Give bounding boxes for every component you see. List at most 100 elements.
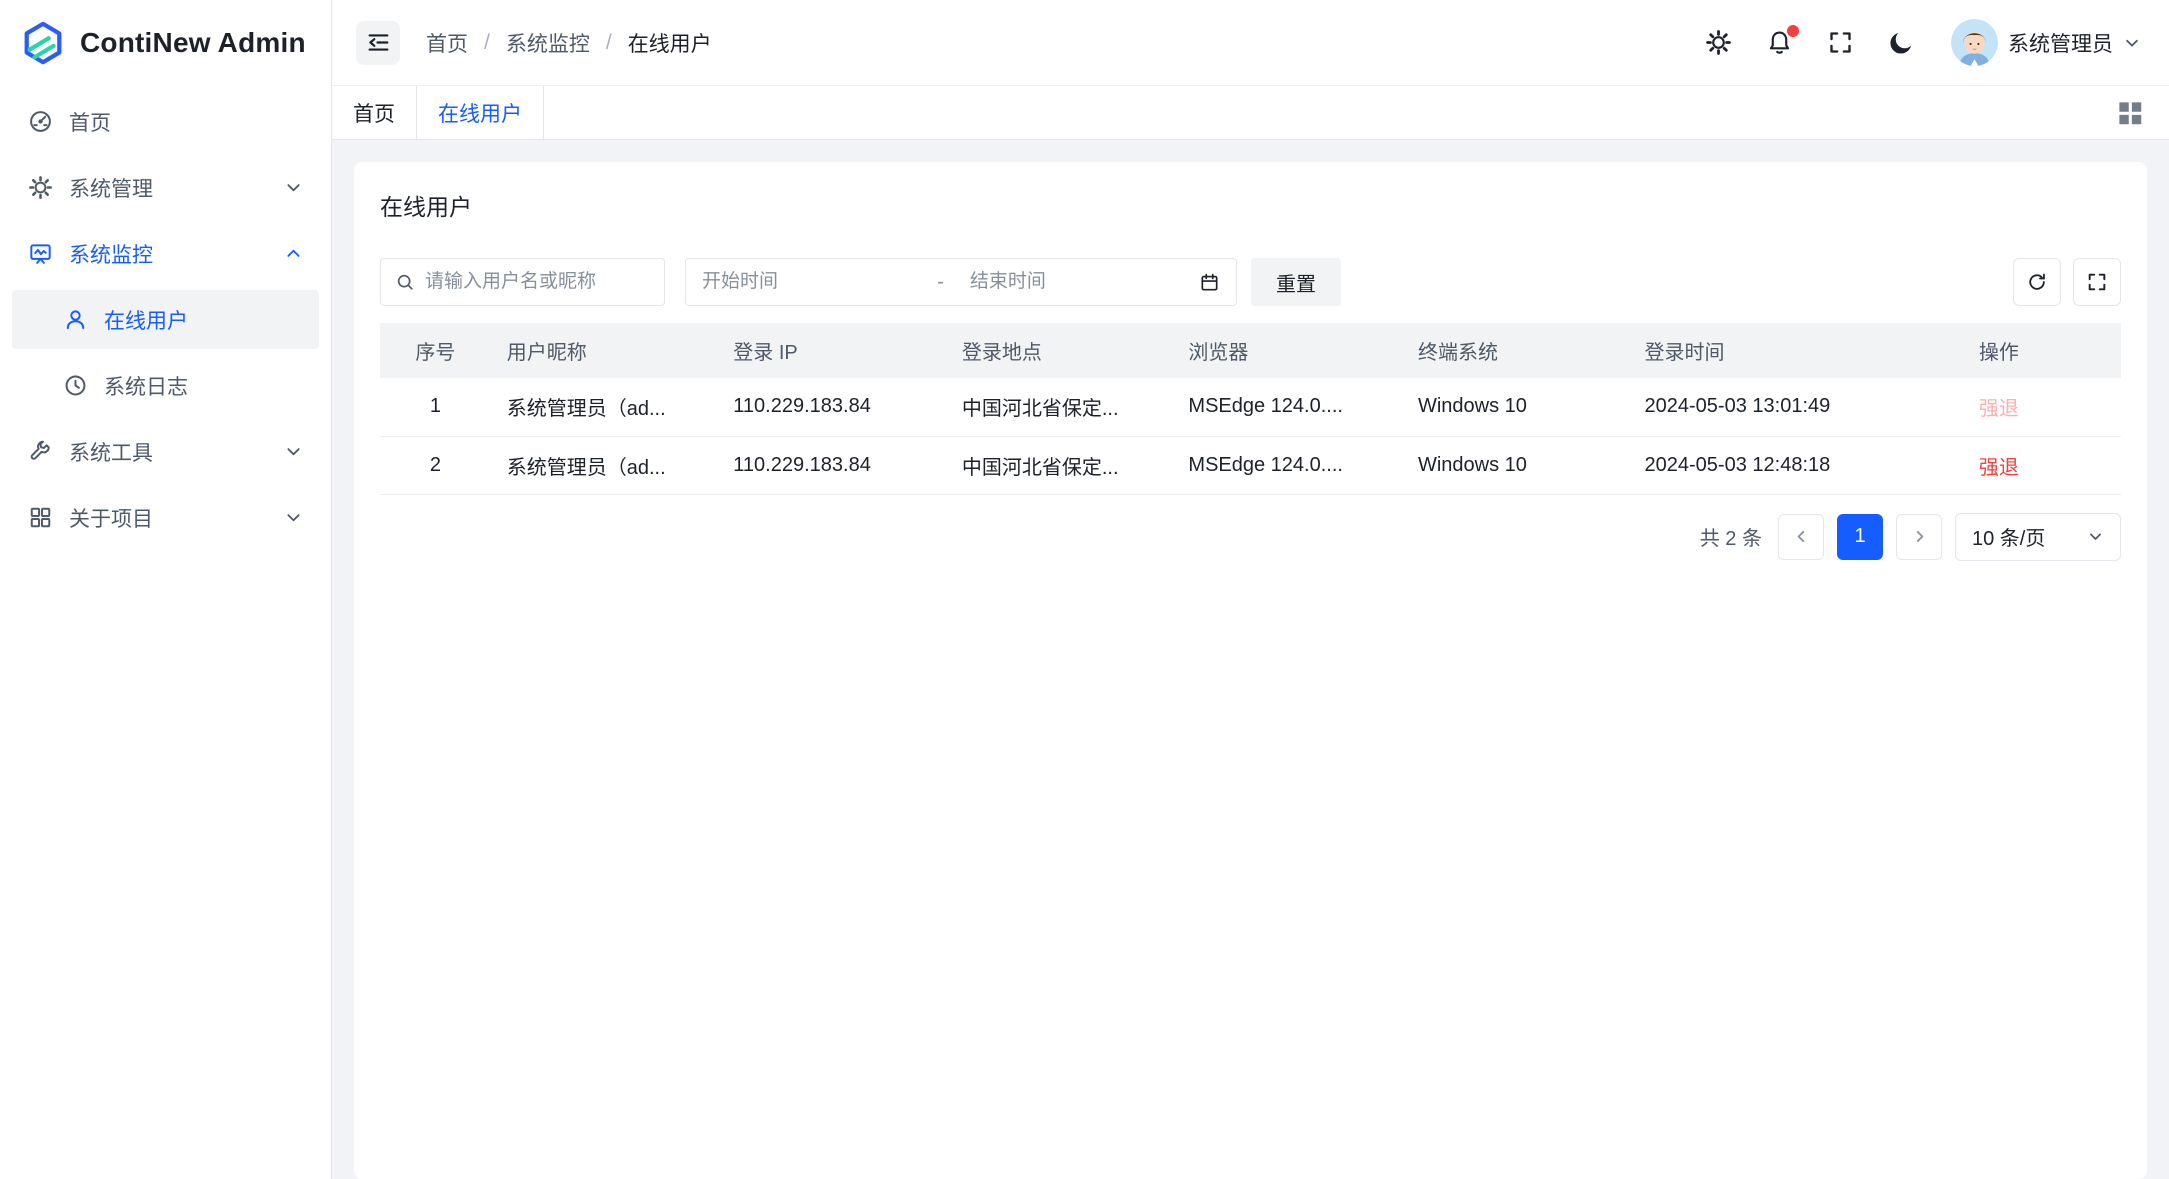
sidebar-item-online-users[interactable]: 在线用户 [12,290,319,349]
settings-icon[interactable] [1705,29,1732,56]
col-login-location: 登录地点 [946,323,1173,378]
sidebar-item-label: 系统管理 [69,173,153,203]
topbar-actions: 系统管理员 [1705,19,2141,66]
force-logout-link[interactable]: 强退 [1979,398,2019,420]
search-input[interactable] [425,271,650,293]
sidebar-menu: 首页 系统管理 [0,86,331,560]
sidebar-item-label: 关于项目 [69,503,153,533]
wrench-icon [28,439,53,464]
sidebar-item-system-logs[interactable]: 系统日志 [12,356,319,415]
user-menu[interactable]: 系统管理员 [1951,19,2141,66]
app-logo-icon [20,20,66,66]
refresh-icon [2026,271,2048,293]
chevron-right-icon [1911,528,1928,545]
breadcrumb: 首页 / 系统监控 / 在线用户 [426,28,712,58]
user-name: 系统管理员 [2008,28,2113,58]
chevron-up-icon [284,244,303,263]
menu-fold-icon [366,30,391,55]
sidebar: ContiNew Admin 首页 [0,0,332,1179]
sidebar-item-system-tools[interactable]: 系统工具 [12,422,319,481]
logo-row: ContiNew Admin [0,0,331,86]
tabbar-actions [2115,86,2169,139]
cell-os: Windows 10 [1402,436,1629,494]
cell-index: 1 [380,378,491,436]
col-os: 终端系统 [1402,323,1629,378]
cell-nickname: 系统管理员（ad... [491,436,718,494]
start-time-input[interactable] [702,271,931,293]
next-page-button[interactable] [1896,514,1942,560]
sidebar-item-label: 系统日志 [104,371,188,401]
sidebar-item-label: 系统工具 [69,437,153,467]
cell-browser: MSEdge 124.0.... [1172,378,1402,436]
moon-icon[interactable] [1888,29,1915,56]
expand-button[interactable] [2073,258,2121,306]
app-root: ContiNew Admin 首页 [0,0,2169,1179]
end-time-input[interactable] [970,271,1199,293]
table-toolbar [2013,258,2121,306]
table-header: 序号 用户昵称 登录 IP 登录地点 浏览器 终端系统 登录时间 操作 [380,323,2121,378]
app-title: ContiNew Admin [80,27,306,59]
clock-icon [63,373,88,398]
col-actions: 操作 [1963,323,2121,378]
range-separator: - [931,271,970,294]
col-index: 序号 [380,323,491,378]
prev-page-button[interactable] [1778,514,1824,560]
breadcrumb-separator: / [484,31,490,55]
breadcrumb-separator: / [606,31,612,55]
dashboard-icon [28,109,53,134]
breadcrumb-system-monitor[interactable]: 系统监控 [506,28,590,58]
cell-os: Windows 10 [1402,378,1629,436]
sidebar-item-system-management[interactable]: 系统管理 [12,158,319,217]
cell-login-ip: 110.229.183.84 [717,378,946,436]
col-login-time: 登录时间 [1629,323,1963,378]
chevron-down-icon [2087,528,2104,545]
notification-badge [1787,25,1799,37]
content-area: 在线用户 - [332,140,2169,1179]
col-nickname: 用户昵称 [491,323,718,378]
chevron-down-icon [284,178,303,197]
page-title: 在线用户 [380,188,2121,222]
avatar [1951,19,1998,66]
sidebar-item-label: 在线用户 [104,305,188,335]
user-icon [63,307,88,332]
reset-button[interactable]: 重置 [1251,258,1341,306]
bell-icon[interactable] [1766,29,1793,56]
page-size-select[interactable]: 10 条/页 [1955,513,2121,561]
page-number-button[interactable]: 1 [1837,514,1883,560]
force-logout-link[interactable]: 强退 [1979,457,2019,479]
calendar-icon [1199,272,1220,293]
sidebar-item-label: 首页 [69,107,111,137]
tab-online-users[interactable]: 在线用户 [417,86,544,139]
tab-home[interactable]: 首页 [332,86,417,139]
cell-login-ip: 110.229.183.84 [717,436,946,494]
cell-browser: MSEdge 124.0.... [1172,436,1402,494]
table-row: 2 系统管理员（ad... 110.229.183.84 中国河北省保定... … [380,436,2121,494]
page-size-value: 10 条/页 [1972,522,2045,551]
cell-index: 2 [380,436,491,494]
sidebar-item-about-project[interactable]: 关于项目 [12,488,319,547]
sidebar-item-system-monitor[interactable]: 系统监控 [12,224,319,283]
search-box [380,258,665,306]
col-login-ip: 登录 IP [717,323,946,378]
tab-label: 在线用户 [438,98,522,128]
gear-icon [28,175,53,200]
filter-row: - 重置 [380,258,2121,306]
sidebar-item-home[interactable]: 首页 [12,92,319,151]
sidebar-item-label: 系统监控 [69,239,153,269]
apps-icon [28,505,53,530]
menu-fold-button[interactable] [356,21,400,65]
col-browser: 浏览器 [1172,323,1402,378]
breadcrumb-online-users: 在线用户 [628,28,712,58]
breadcrumb-home[interactable]: 首页 [426,28,468,58]
tab-list-grid-icon[interactable] [2115,98,2145,128]
date-range-picker[interactable]: - [685,258,1237,306]
monitor-icon [28,241,53,266]
fullscreen-icon[interactable] [1827,29,1854,56]
refresh-button[interactable] [2013,258,2061,306]
cell-login-time: 2024-05-03 13:01:49 [1629,378,1963,436]
chevron-down-icon [2123,34,2141,52]
pagination: 共 2 条 1 10 条/页 [380,513,2121,561]
cell-login-time: 2024-05-03 12:48:18 [1629,436,1963,494]
fullscreen-icon [2086,271,2108,293]
pagination-total: 共 2 条 [1700,522,1762,551]
